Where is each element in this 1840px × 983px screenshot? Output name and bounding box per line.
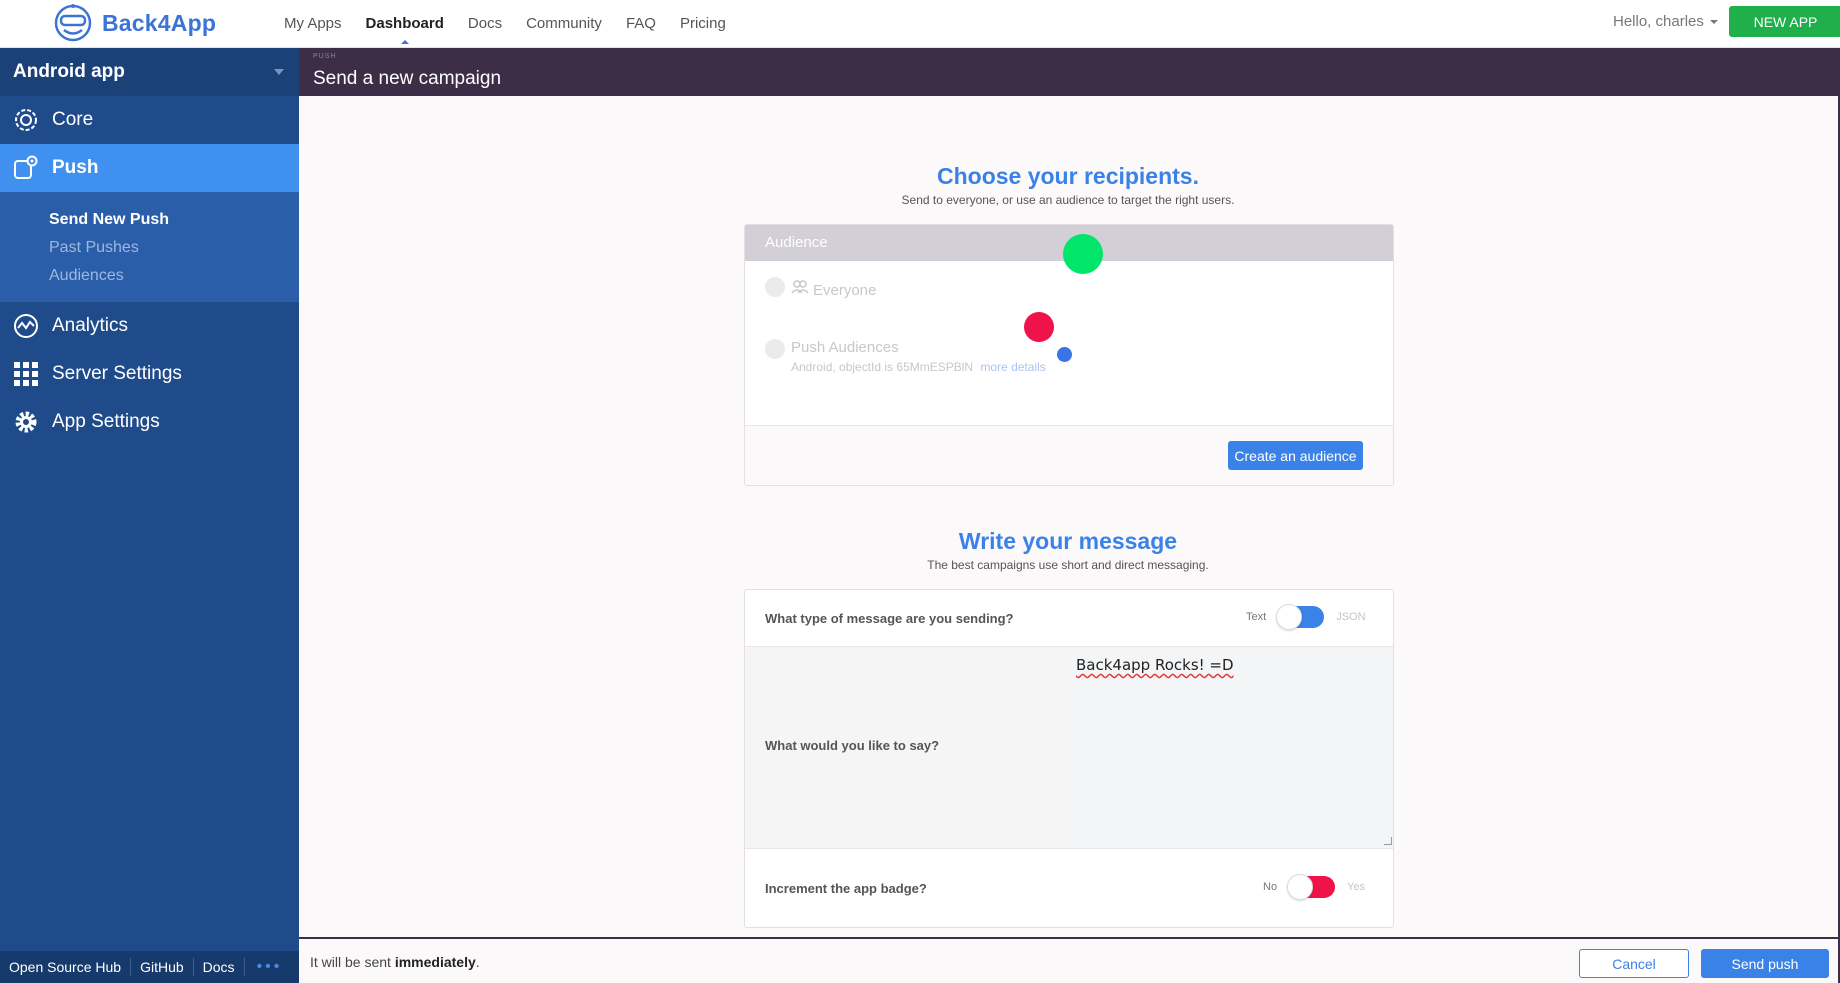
badge-toggle[interactable]	[1287, 874, 1336, 900]
subnav-past-pushes[interactable]: Past Pushes	[49, 234, 299, 262]
analytics-icon	[13, 313, 39, 339]
badge-question: Increment the app badge?	[765, 881, 927, 896]
brand-name: Back4App	[102, 9, 217, 36]
brand-logo[interactable]: Back4App	[52, 3, 216, 43]
schedule-suffix: .	[475, 954, 480, 970]
more-icon[interactable]: •••	[245, 958, 283, 976]
toggle-knob	[1287, 874, 1314, 900]
sidebar: Android app Core Push Send New Push Past…	[0, 48, 299, 983]
resize-handle-icon[interactable]	[1383, 837, 1393, 845]
sidebar-item-core[interactable]: Core	[0, 96, 299, 144]
sidebar-item-label: Push	[52, 157, 99, 178]
sidebar-footer: Open Source Hub GitHub Docs •••	[0, 951, 299, 983]
message-body-question: What would you like to say?	[765, 738, 940, 753]
sidebar-item-label: Core	[52, 109, 94, 130]
sidebar-item-label: App Settings	[52, 411, 160, 432]
message-type-switch: Text JSON	[1246, 604, 1366, 630]
top-navbar: Back4App My Apps Dashboard Docs Communit…	[0, 0, 1840, 48]
gear-icon	[13, 409, 39, 435]
nav-dashboard[interactable]: Dashboard	[366, 15, 444, 44]
yes-option-label: Yes	[1347, 881, 1366, 893]
nav-docs[interactable]: Docs	[468, 15, 502, 32]
sidebar-item-server-settings[interactable]: Server Settings	[0, 350, 299, 398]
subnav-send-new-push[interactable]: Send New Push	[49, 206, 299, 234]
nav-faq[interactable]: FAQ	[626, 15, 656, 32]
page-title: Send a new campaign	[313, 68, 502, 89]
cursor-marker-blue	[1057, 347, 1072, 362]
message-type-toggle[interactable]	[1276, 604, 1325, 630]
nav-pricing[interactable]: Pricing	[680, 15, 726, 32]
nav-my-apps[interactable]: My Apps	[284, 15, 342, 32]
app-name: Android app	[13, 61, 125, 82]
send-push-button[interactable]: Send push	[1701, 949, 1829, 978]
sidebar-item-push[interactable]: Push	[0, 144, 299, 192]
chevron-down-icon	[274, 69, 284, 75]
app-switcher[interactable]: Android app	[0, 48, 299, 96]
json-option-label: JSON	[1336, 611, 1366, 623]
more-details-link[interactable]: more details	[980, 360, 1045, 374]
toggle-knob	[1276, 604, 1303, 630]
everyone-radio[interactable]	[765, 277, 785, 297]
users-icon	[791, 280, 809, 294]
action-bar: It will be sent immediately. Cancel Send…	[299, 937, 1838, 983]
cursor-marker-red	[1024, 312, 1054, 342]
gear-cluster-icon	[13, 107, 39, 133]
push-audiences-radio[interactable]	[765, 339, 785, 359]
section-label: PUSH	[313, 53, 337, 60]
schedule-text: It will be sent immediately.	[310, 954, 480, 970]
option-everyone[interactable]: Everyone	[765, 277, 876, 299]
sidebar-item-label: Analytics	[52, 315, 129, 336]
push-subnav: Send New Push Past Pushes Audiences	[0, 192, 299, 302]
message-title: Write your message	[958, 528, 1178, 554]
badge-switch: No Yes	[1263, 874, 1366, 900]
audience-panel-footer: Create an audience	[745, 425, 1393, 485]
push-audiences-label: Push Audiences	[791, 339, 899, 356]
footer-link-open-source-hub[interactable]: Open Source Hub	[0, 958, 132, 976]
create-audience-button[interactable]: Create an audience	[1228, 441, 1363, 470]
message-subtitle: The best campaigns use short and direct …	[927, 558, 1209, 572]
page-header: PUSH Send a new campaign	[299, 48, 1840, 96]
message-panel: What type of message are you sending? Te…	[744, 589, 1394, 928]
message-textarea[interactable]: Back4app Rocks! =D	[1069, 647, 1393, 847]
sidebar-item-analytics[interactable]: Analytics	[0, 302, 299, 350]
back4app-logo-icon	[54, 4, 92, 42]
user-menu[interactable]: Hello, charles	[1613, 13, 1718, 30]
message-text: Back4app Rocks! =D	[1076, 656, 1234, 674]
no-option-label: No	[1263, 881, 1278, 893]
subnav-audiences[interactable]: Audiences	[49, 262, 299, 290]
recipients-title: Choose your recipients.	[936, 163, 1199, 189]
schedule-value[interactable]: immediately	[395, 954, 476, 970]
message-type-row: What type of message are you sending? Te…	[745, 590, 1393, 646]
text-option-label: Text	[1246, 611, 1267, 623]
sidebar-item-label: Server Settings	[52, 363, 182, 384]
everyone-label: Everyone	[813, 282, 877, 299]
audience-detail: Android, objectId is 65MmESPBlN	[791, 360, 974, 374]
schedule-prefix: It will be sent	[310, 954, 391, 970]
chevron-down-icon	[1709, 19, 1718, 24]
grid-icon	[13, 361, 39, 387]
message-body-row: What would you like to say? Back4app Roc…	[745, 646, 1393, 848]
push-notification-icon	[13, 155, 39, 181]
cursor-marker-green	[1063, 234, 1103, 274]
sidebar-item-app-settings[interactable]: App Settings	[0, 398, 299, 446]
recipients-subtitle: Send to everyone, or use an audience to …	[901, 193, 1235, 207]
main-nav: My Apps Dashboard Docs Community FAQ Pri…	[284, 0, 750, 46]
badge-row: Increment the app badge? No Yes	[745, 848, 1393, 927]
new-app-button[interactable]: NEW APP	[1729, 6, 1840, 37]
footer-link-docs[interactable]: Docs	[194, 958, 245, 976]
message-type-question: What type of message are you sending?	[765, 611, 1014, 626]
cancel-button[interactable]: Cancel	[1579, 949, 1689, 978]
user-greeting: Hello, charles	[1613, 13, 1704, 30]
footer-link-github[interactable]: GitHub	[131, 958, 194, 976]
nav-community[interactable]: Community	[526, 15, 602, 32]
option-push-audiences[interactable]: Push Audiences Android, objectId is 65Mm…	[765, 339, 1046, 374]
